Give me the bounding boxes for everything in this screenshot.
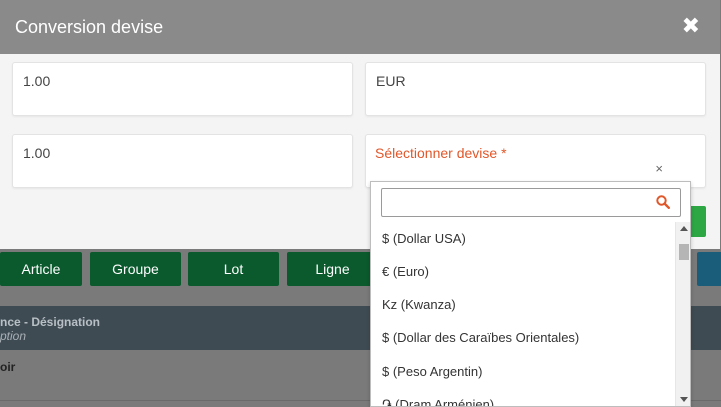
currency-from-value: EUR xyxy=(376,73,406,89)
amount-from-value: 1.00 xyxy=(23,73,51,89)
modal-title: Conversion devise xyxy=(15,16,164,37)
groupe-button[interactable]: Groupe xyxy=(90,252,181,286)
list-item[interactable]: € (Euro) xyxy=(382,264,429,279)
clear-icon[interactable]: × xyxy=(655,161,663,176)
blue-button[interactable] xyxy=(697,252,721,286)
search-input[interactable] xyxy=(382,189,642,216)
search-box xyxy=(381,188,681,217)
list-item[interactable]: Kz (Kwanza) xyxy=(382,297,456,312)
modal-header: Conversion devise xyxy=(0,0,720,54)
table-row: oir xyxy=(0,360,16,374)
list-item[interactable]: $ (Dollar USA) xyxy=(382,231,466,246)
currency-from-field[interactable]: EUR xyxy=(365,62,706,116)
amount-to-value: 1.00 xyxy=(23,145,51,161)
article-button[interactable]: Article xyxy=(0,252,82,286)
options-list: $ (Dollar USA) € (Euro) Kz (Kwanza) $ (D… xyxy=(371,222,675,406)
scroll-up-icon[interactable] xyxy=(680,226,688,231)
currency-dropdown: $ (Dollar USA) € (Euro) Kz (Kwanza) $ (D… xyxy=(370,181,691,407)
currency-to-select[interactable]: Sélectionner devise * × xyxy=(365,134,706,188)
amount-to-field[interactable]: 1.00 xyxy=(12,134,353,188)
scrollbar[interactable] xyxy=(675,222,690,406)
ligne-button[interactable]: Ligne xyxy=(287,252,378,286)
search-icon xyxy=(656,195,670,209)
close-icon[interactable]: ✖ xyxy=(682,15,700,37)
amount-from-field[interactable]: 1.00 xyxy=(12,62,353,116)
list-item[interactable]: $ (Peso Argentin) xyxy=(382,364,482,379)
table-header-designation: nce - Désignation xyxy=(0,315,101,329)
lot-button[interactable]: Lot xyxy=(188,252,279,286)
currency-to-label: Sélectionner devise * xyxy=(375,145,507,161)
list-item[interactable]: $ (Dollar des Caraïbes Orientales) xyxy=(382,330,579,345)
scroll-thumb[interactable] xyxy=(679,244,689,260)
table-header-sub: ption xyxy=(0,329,27,343)
list-item[interactable]: ֏ (Dram Arménien) xyxy=(382,397,494,406)
scroll-down-icon[interactable] xyxy=(680,397,688,402)
